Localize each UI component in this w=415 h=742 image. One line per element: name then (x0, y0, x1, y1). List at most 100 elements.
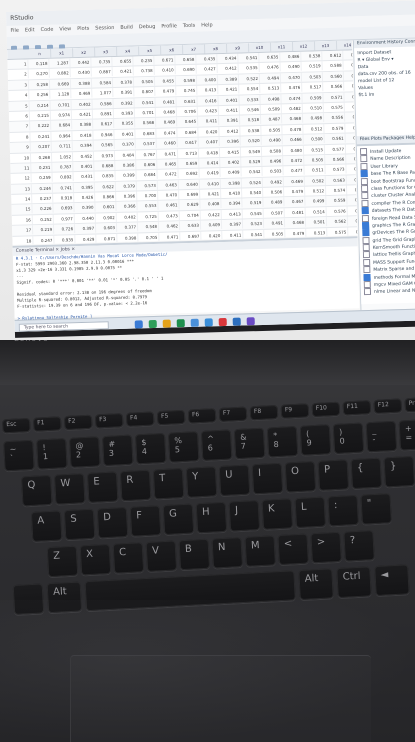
letter-key[interactable]: } (383, 455, 415, 488)
menu-item[interactable]: Session (95, 25, 114, 32)
letter-key[interactable]: H (195, 501, 228, 534)
menu-item[interactable]: Debug (139, 24, 156, 30)
package-checkbox[interactable] (363, 288, 372, 296)
menu-item[interactable]: Plots (77, 26, 89, 32)
fn-key[interactable]: F4 (125, 411, 155, 427)
package-checkbox[interactable] (360, 155, 368, 163)
package-checkbox[interactable] (363, 280, 371, 289)
fn-key[interactable]: PrtSc (404, 396, 415, 413)
package-checkbox[interactable] (362, 251, 371, 259)
letter-key[interactable]: " (360, 493, 392, 525)
menu-item[interactable]: Profile (161, 23, 177, 29)
package-checkbox[interactable] (362, 236, 370, 244)
fn-key[interactable]: F6 (187, 408, 217, 424)
letter-key[interactable]: M (244, 535, 276, 567)
menu-item[interactable]: Help (201, 22, 213, 28)
column-header[interactable]: x12 (292, 41, 316, 51)
letter-key[interactable]: Y (185, 466, 218, 498)
taskbar-search-input[interactable]: Type here to search (18, 321, 109, 332)
letter-key[interactable]: R (119, 469, 152, 502)
letter-key[interactable]: X (79, 543, 112, 576)
menu-item[interactable]: View (59, 26, 71, 32)
letter-key[interactable]: D (96, 506, 129, 539)
alt-key-right[interactable]: Alt (298, 568, 334, 601)
number-key[interactable]: & 7 (233, 427, 266, 460)
number-key[interactable]: (9 (299, 424, 332, 456)
fn-key[interactable]: F12 (373, 398, 403, 414)
fn-key[interactable]: F11 (342, 400, 372, 416)
letter-key[interactable]: C (112, 542, 145, 574)
package-checkbox[interactable] (360, 177, 368, 185)
letter-key[interactable]: O (284, 461, 317, 493)
fn-key[interactable]: F2 (63, 414, 93, 431)
letter-key[interactable]: P (317, 459, 350, 491)
fn-key[interactable]: F8 (249, 404, 279, 421)
column-header[interactable]: x3 (95, 46, 118, 57)
letter-key[interactable]: F (129, 505, 162, 537)
letter-key[interactable]: L (294, 496, 327, 529)
menu-item[interactable]: File (10, 28, 19, 34)
number-key[interactable]: ~ ` (3, 439, 35, 472)
fn-key[interactable]: F5 (156, 409, 186, 426)
number-key[interactable]: * 8 (266, 425, 299, 458)
menu-item[interactable]: Tools (183, 23, 195, 29)
task-view-icon[interactable] (134, 320, 143, 329)
column-header[interactable]: x11 (270, 41, 294, 52)
column-header[interactable]: n (29, 48, 52, 59)
letter-key[interactable]: ? (343, 530, 375, 562)
package-checkbox[interactable] (359, 147, 368, 156)
menu-item[interactable]: Code (40, 27, 53, 33)
package-checkbox[interactable] (362, 244, 370, 252)
number-key[interactable]: #3 (101, 434, 134, 467)
menu-item[interactable]: Edit (25, 27, 35, 33)
number-key[interactable]: % 5 (167, 431, 200, 463)
letter-key[interactable]: G (162, 503, 195, 536)
console-panel[interactable]: Console Terminal × Jobs × R 4.3.1 · C:/U… (12, 236, 360, 321)
column-header[interactable]: x5 (139, 45, 162, 56)
letter-key[interactable]: J (228, 500, 261, 532)
package-checkbox[interactable] (361, 214, 369, 222)
letter-key[interactable]: B (178, 538, 211, 571)
package-checkbox[interactable] (361, 199, 369, 207)
letter-key[interactable]: I (251, 462, 284, 495)
letter-key[interactable]: > (310, 531, 342, 564)
file-explorer-icon[interactable] (162, 319, 171, 328)
data-viewer[interactable]: nx1x2x3x4x5x6x7x8x9x10x11x12x13x14x15 10… (7, 40, 358, 245)
rstudio-icon[interactable] (232, 317, 241, 326)
column-header[interactable]: x4 (117, 46, 140, 56)
ctrl-key-right[interactable]: Ctrl (336, 566, 372, 599)
touchpad[interactable] (70, 655, 371, 742)
number-key[interactable]: + = (398, 419, 415, 451)
fn-key[interactable]: F9 (280, 403, 310, 419)
app-icon-2[interactable] (246, 317, 255, 326)
column-header[interactable]: x8 (204, 43, 228, 54)
excel-icon[interactable] (176, 319, 185, 328)
fn-key[interactable]: F1 (32, 416, 62, 432)
column-header[interactable]: x9 (226, 43, 250, 53)
fn-key[interactable]: F3 (94, 413, 124, 429)
package-checkbox[interactable] (362, 229, 370, 237)
number-key[interactable]: $4 (134, 432, 167, 465)
letter-key[interactable]: U (218, 464, 251, 497)
letter-key[interactable]: N (211, 536, 244, 569)
column-header[interactable] (7, 55, 30, 56)
number-key[interactable]: ) 0 (332, 422, 365, 455)
column-header[interactable]: x2 (73, 47, 96, 58)
fn-key[interactable]: Esc (1, 417, 31, 434)
environment-item[interactable]: fit.1 lm (358, 90, 415, 99)
store-icon[interactable] (190, 318, 199, 327)
edge-icon[interactable] (148, 319, 157, 329)
menu-item[interactable]: Build (120, 24, 133, 30)
column-header[interactable]: x7 (182, 44, 206, 55)
letter-key[interactable]: W (53, 473, 86, 505)
column-header[interactable]: x1 (51, 48, 74, 58)
chrome-icon[interactable] (204, 318, 213, 327)
letter-key[interactable]: Q (20, 474, 53, 507)
letter-key[interactable]: A (30, 510, 63, 542)
package-checkbox[interactable] (363, 273, 371, 281)
letter-key[interactable]: { (350, 457, 383, 490)
package-checkbox[interactable] (361, 192, 369, 200)
package-checkbox[interactable] (360, 162, 368, 170)
letter-key[interactable]: < (277, 533, 309, 566)
package-checkbox[interactable] (363, 258, 371, 266)
